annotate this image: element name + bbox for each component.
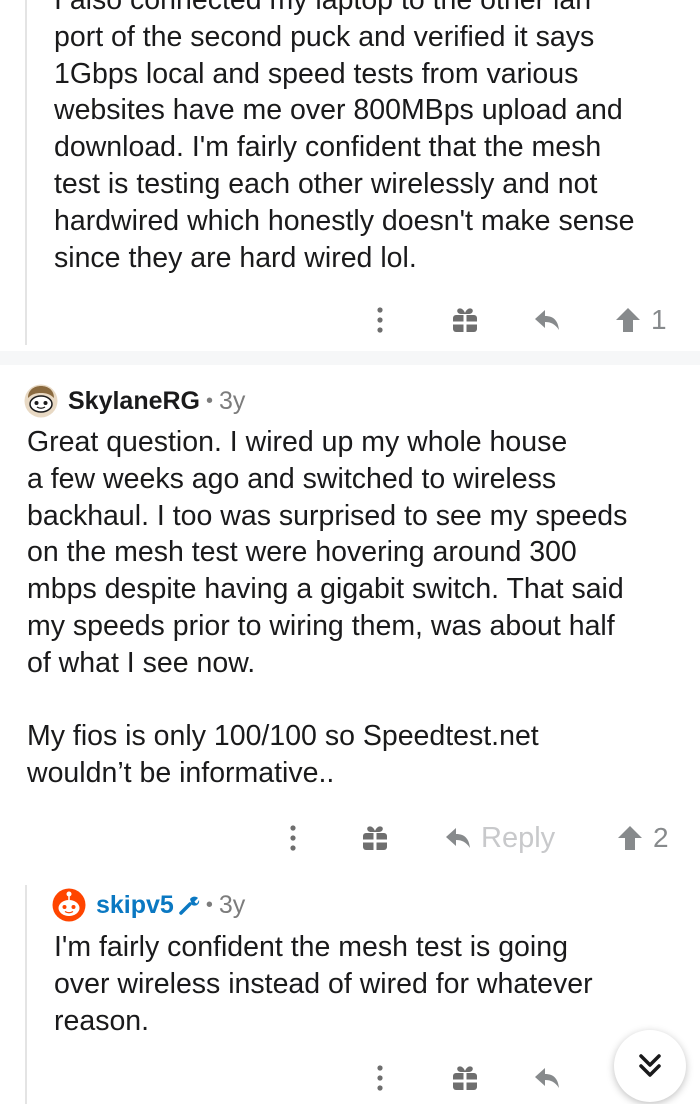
- comment-age: 3y: [219, 386, 246, 415]
- double-chevron-down-icon: [639, 1054, 661, 1077]
- comment-actions: [0, 1058, 700, 1098]
- reply-label: Reply: [481, 821, 556, 854]
- more-options-icon[interactable]: [286, 823, 300, 853]
- comment-author[interactable]: skipv5: [96, 891, 174, 920]
- reply-button[interactable]: Reply: [445, 822, 555, 855]
- award-gift-icon[interactable]: [451, 1064, 479, 1092]
- reply-arrow-icon[interactable]: [534, 1066, 560, 1090]
- comment-actions: Reply 2: [0, 818, 700, 858]
- comment-meta: skipv5 • 3y: [52, 887, 245, 923]
- meta-separator: •: [205, 893, 213, 916]
- upvote-arrow-icon[interactable]: 2: [617, 822, 669, 854]
- more-options-icon[interactable]: [373, 305, 387, 335]
- avatar[interactable]: [52, 888, 86, 922]
- thread-line: [25, 0, 27, 345]
- vote-count: 2: [653, 822, 669, 853]
- meta-separator: •: [206, 389, 214, 412]
- comment-body: Great question. I wired up my whole hous…: [27, 426, 628, 790]
- upvote-arrow-icon[interactable]: 1: [615, 304, 667, 336]
- avatar[interactable]: [24, 384, 58, 418]
- award-gift-icon[interactable]: [361, 824, 389, 852]
- comment-actions: 1: [0, 300, 700, 340]
- comment-body: I also connected my laptop to the other …: [54, 0, 635, 274]
- comment-author[interactable]: SkylaneRG: [68, 387, 200, 416]
- comment-body: I'm fairly confident the mesh test is go…: [54, 931, 593, 1037]
- more-options-icon[interactable]: [373, 1063, 387, 1093]
- scroll-next-comment-button[interactable]: [614, 1030, 686, 1102]
- comment-separator: [0, 351, 700, 365]
- reply-arrow-icon: [446, 828, 470, 848]
- moderator-wrench-icon: [179, 896, 199, 915]
- vote-count: 1: [651, 304, 667, 335]
- comment-meta: SkylaneRG • 3y: [24, 383, 245, 419]
- comment-age: 3y: [218, 890, 246, 919]
- award-gift-icon[interactable]: [451, 306, 479, 334]
- reply-arrow-icon[interactable]: [534, 308, 560, 332]
